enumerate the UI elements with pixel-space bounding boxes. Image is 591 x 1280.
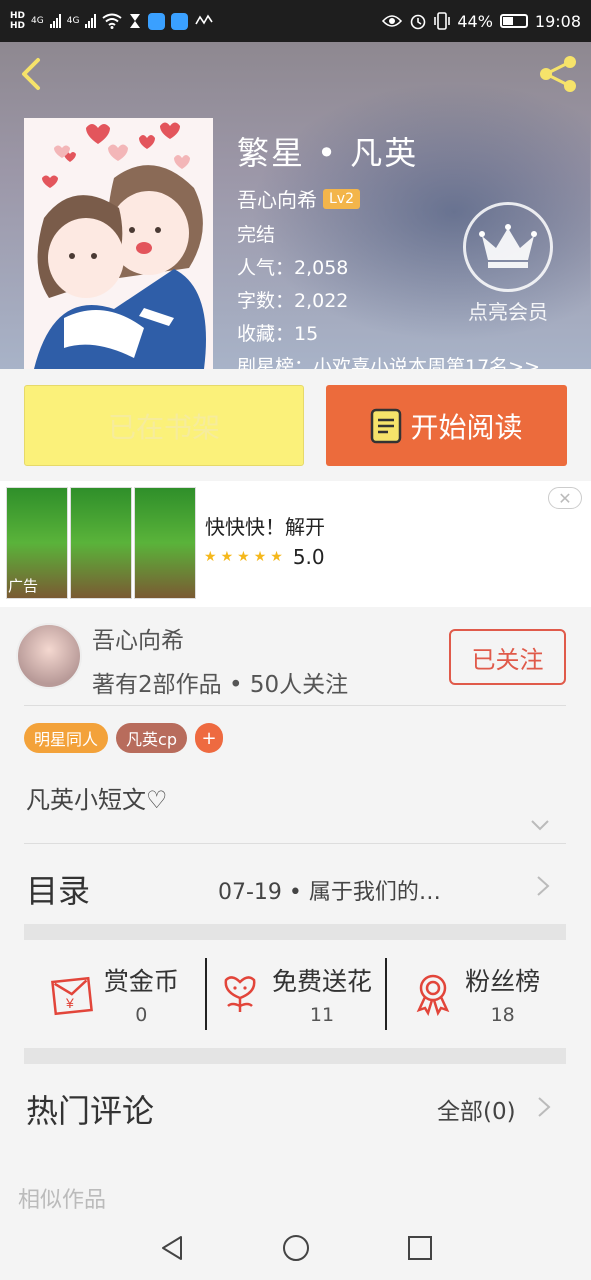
vibrate-icon xyxy=(434,12,451,30)
chevron-right-icon xyxy=(537,876,550,896)
book-header: 繁星 • 凡英 吾心向希 Lv2 完结 人气：2,058 字数：2,022 收藏… xyxy=(0,42,591,369)
fans-ranking-button[interactable]: 粉丝榜 18 xyxy=(385,940,566,1048)
back-nav-icon[interactable] xyxy=(157,1233,187,1263)
all-comments-link[interactable]: 全部(0) xyxy=(437,1092,516,1126)
stats-row: ¥ 赏金币 0 免费送花 11 粉丝榜 18 xyxy=(24,940,566,1048)
net-type-2: 4G xyxy=(66,16,80,26)
tag-item[interactable]: 明星同人 xyxy=(24,723,109,753)
ad-banner[interactable]: 广告 快快快！解开 ★ ★ ★ ★ ★ 5.0 ✕ xyxy=(0,481,591,607)
close-icon[interactable]: ✕ xyxy=(548,487,582,509)
avatar[interactable] xyxy=(16,623,82,689)
send-flower-button[interactable]: 免费送花 11 xyxy=(204,940,386,1048)
hourglass-icon xyxy=(130,14,141,28)
add-tag-button[interactable]: + xyxy=(194,723,223,753)
chevron-down-icon[interactable] xyxy=(530,818,550,832)
book-author[interactable]: 吾心向希 xyxy=(237,184,317,213)
star-icon: ★ xyxy=(220,549,234,565)
latest-chapter: 07-19 • 属于我们的… xyxy=(218,880,441,905)
battery-percent: 44% xyxy=(457,11,493,31)
flower-icon xyxy=(224,976,256,1012)
hot-comments-title: 热门评论 xyxy=(26,1092,155,1130)
stat-value: 11 xyxy=(309,1004,335,1026)
eye-icon xyxy=(382,15,403,27)
stat-label: 赏金币 xyxy=(103,967,179,996)
book-summary: 凡英小短文♡ xyxy=(26,786,168,814)
wifi-icon xyxy=(102,13,123,29)
stat-label: 粉丝榜 xyxy=(465,967,541,996)
chevron-right-icon[interactable] xyxy=(537,1096,551,1118)
start-reading-label: 开始阅读 xyxy=(410,410,523,444)
status-bar: HD HD 4G 4G 44% 19:08 xyxy=(0,0,591,42)
app-notification-icon xyxy=(148,12,166,30)
medal-icon xyxy=(416,974,450,1016)
signal-icon-2 xyxy=(85,14,97,28)
share-icon[interactable] xyxy=(536,54,580,94)
author-stats: 著有2部作品 • 50人关注 xyxy=(92,672,349,698)
bookshelf-button[interactable]: 已在书架 xyxy=(24,385,304,466)
catalog-label: 目录 xyxy=(26,872,91,910)
book-ranking[interactable]: 剧星榜：小欢喜小说本周第17名>> xyxy=(237,351,540,369)
divider xyxy=(24,705,566,706)
star-icon: ★ xyxy=(204,549,217,565)
vip-button[interactable]: 点亮会员 xyxy=(460,202,556,325)
stat-value: 0 xyxy=(135,1004,148,1026)
coin-envelope-icon: ¥ xyxy=(50,976,93,1016)
start-reading-button[interactable]: 开始阅读 xyxy=(326,385,567,466)
crown-icon xyxy=(463,202,553,292)
stat-value: 18 xyxy=(490,1004,515,1026)
author-section: 吾心向希 著有2部作品 • 50人关注 已关注 xyxy=(0,607,591,707)
catalog-row[interactable]: 目录 07-19 • 属于我们的… xyxy=(0,844,591,926)
cover-illustration xyxy=(24,118,213,369)
notification-icon xyxy=(195,14,214,25)
action-bar: 已在书架 开始阅读 xyxy=(0,369,591,481)
status-right: 44% 19:08 xyxy=(382,12,581,31)
net-type-1: 4G xyxy=(31,16,44,26)
ad-title: 快快快！解开 xyxy=(205,515,325,539)
clock: 19:08 xyxy=(534,11,581,31)
status-left: HD HD 4G 4G xyxy=(10,11,214,31)
level-badge: Lv2 xyxy=(323,188,360,209)
star-icon: ★ xyxy=(253,549,267,565)
book-title: 繁星 • 凡英 xyxy=(237,134,419,172)
hd-label-1: HD xyxy=(10,11,26,21)
book-cover[interactable] xyxy=(24,118,213,369)
battery-icon xyxy=(499,14,528,28)
reward-coin-button[interactable]: ¥ 赏金币 0 xyxy=(24,940,205,1048)
stat-label: 免费送花 xyxy=(272,967,373,996)
hd-label-2: HD xyxy=(10,21,26,31)
tag-list: 明星同人 凡英cp + xyxy=(24,723,223,753)
author-name[interactable]: 吾心向希 xyxy=(92,621,184,655)
alarm-icon xyxy=(411,14,426,30)
home-nav-icon[interactable] xyxy=(281,1233,311,1263)
navigation-bar xyxy=(0,1216,591,1280)
ad-rating: ★ ★ ★ ★ ★ 5.0 xyxy=(204,545,325,569)
follow-button[interactable]: 已关注 xyxy=(449,629,566,685)
ad-score: 5.0 xyxy=(292,545,325,569)
signal-icon xyxy=(49,14,61,28)
svg-text:¥: ¥ xyxy=(65,995,74,1011)
ad-tag: 广告 xyxy=(8,577,39,595)
vip-label: 点亮会员 xyxy=(468,300,548,324)
section-separator xyxy=(24,924,566,940)
app-notification-icon-2 xyxy=(171,12,189,30)
recents-nav-icon[interactable] xyxy=(405,1233,435,1263)
star-icon: ★ xyxy=(270,549,283,565)
network-hd-indicator: HD HD xyxy=(10,11,25,31)
similar-works-title: 相似作品 xyxy=(18,1188,107,1213)
tag-item[interactable]: 凡英cp xyxy=(116,723,187,753)
back-icon[interactable] xyxy=(14,56,50,92)
section-separator xyxy=(24,1048,566,1064)
star-icon: ★ xyxy=(237,549,250,565)
book-icon xyxy=(371,408,402,443)
